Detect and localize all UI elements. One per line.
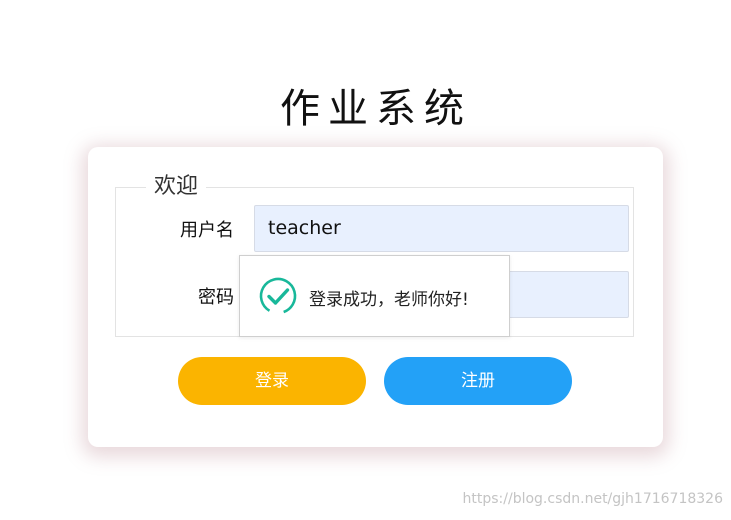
success-toast: 登录成功，老师你好!: [239, 255, 510, 337]
fieldset-legend: 欢迎: [146, 174, 207, 200]
watermark: https://blog.csdn.net/gjh1716718326: [462, 491, 723, 507]
register-button[interactable]: 注册: [384, 357, 572, 405]
page-title: 作业系统: [280, 86, 472, 132]
login-page: 作业系统 欢迎 用户名 teacher 密码 登录 注册 登录成功，老师你好! …: [0, 0, 731, 520]
login-button[interactable]: 登录: [178, 357, 366, 405]
check-circle-icon: [259, 277, 297, 315]
username-label: 用户名: [180, 220, 234, 241]
toast-message: 登录成功，老师你好!: [309, 290, 469, 310]
password-label: 密码: [198, 287, 234, 308]
username-input[interactable]: teacher: [254, 205, 629, 252]
